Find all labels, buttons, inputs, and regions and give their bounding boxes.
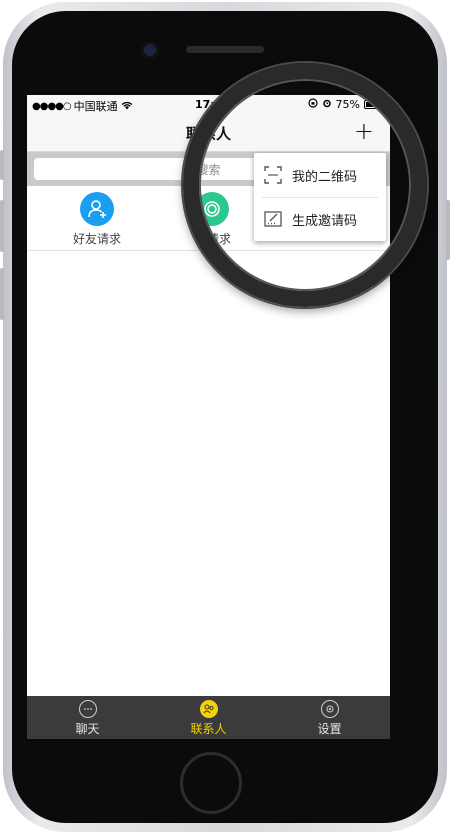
- tab-bar: 聊天 联系人 设置: [27, 696, 390, 739]
- tab-contacts[interactable]: 联系人: [148, 698, 269, 737]
- quick-action-label: 好友请求: [72, 232, 121, 246]
- tab-settings[interactable]: 设置: [269, 698, 390, 737]
- contacts-icon: [199, 700, 218, 718]
- side-button-power: [446, 200, 450, 260]
- tab-chat[interactable]: 聊天: [27, 698, 148, 737]
- chat-icon: [78, 700, 97, 718]
- wifi-icon: [121, 100, 133, 113]
- settings-icon: [320, 700, 339, 718]
- tab-label: 联系人: [190, 722, 227, 736]
- signal-icon: ●●●●○: [32, 100, 72, 112]
- front-camera: [144, 44, 156, 56]
- tab-label: 聊天: [75, 722, 100, 736]
- tab-label: 设置: [317, 722, 342, 736]
- side-button-mute: [0, 150, 4, 180]
- add-user-icon: [80, 192, 114, 226]
- side-button-volume-down: [0, 268, 4, 320]
- carrier-label: 中国联通: [73, 100, 118, 113]
- side-button-volume-up: [0, 200, 4, 252]
- home-button[interactable]: [180, 752, 242, 814]
- friend-request-button[interactable]: 好友请求: [47, 192, 147, 247]
- earpiece-speaker: [186, 46, 264, 53]
- magnifier-ring: [183, 63, 427, 307]
